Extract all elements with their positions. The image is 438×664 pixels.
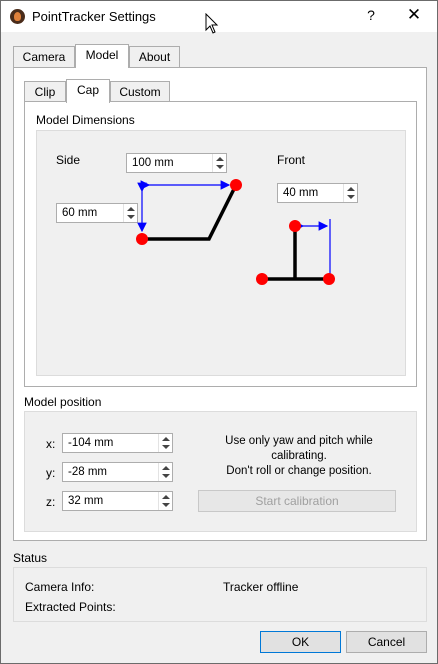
main-tab-bar: Camera Model About bbox=[13, 44, 213, 68]
camera-info-label: Camera Info: bbox=[25, 580, 95, 594]
side-point-top bbox=[230, 179, 242, 191]
settings-window: PointTracker Settings ? ✕ Camera Model A… bbox=[0, 0, 438, 664]
extracted-points-label: Extracted Points: bbox=[25, 600, 116, 614]
z-label: z: bbox=[46, 495, 56, 509]
start-calibration-button[interactable]: Start calibration bbox=[198, 490, 396, 512]
calibration-hint-line2: Don't roll or change position. bbox=[226, 465, 372, 477]
model-dimensions-group: Side Front 100 mm 60 mm 40 mm bbox=[36, 130, 406, 376]
window-title: PointTracker Settings bbox=[32, 9, 156, 24]
calibration-hint-line1: Use only yaw and pitch while calibrating… bbox=[225, 435, 373, 462]
y-position-spinbox[interactable]: -28 mm bbox=[62, 462, 173, 482]
model-subtab-bar: Clip Cap Custom bbox=[24, 79, 224, 103]
x-position-value: -104 mm bbox=[68, 437, 114, 449]
z-position-stepper[interactable] bbox=[158, 492, 172, 510]
help-button[interactable]: ? bbox=[361, 7, 381, 23]
tab-model[interactable]: Model bbox=[75, 44, 129, 68]
arrow-down-icon[interactable] bbox=[162, 503, 170, 507]
z-position-spinbox[interactable]: 32 mm bbox=[62, 491, 173, 511]
subtab-cap[interactable]: Cap bbox=[66, 79, 110, 103]
cancel-button[interactable]: Cancel bbox=[346, 631, 427, 653]
app-icon bbox=[10, 9, 25, 24]
y-position-stepper[interactable] bbox=[158, 463, 172, 481]
arrow-up-icon[interactable] bbox=[162, 466, 170, 470]
model-position-title: Model position bbox=[24, 395, 102, 409]
cap-subtab-panel: Model Dimensions Side Front 100 mm 60 mm bbox=[24, 101, 417, 387]
model-tab-panel: Clip Cap Custom Model Dimensions Side Fr… bbox=[13, 67, 427, 541]
x-position-spinbox[interactable]: -104 mm bbox=[62, 433, 173, 453]
subtab-custom[interactable]: Custom bbox=[110, 81, 170, 103]
arrow-down-icon[interactable] bbox=[162, 474, 170, 478]
model-position-group: x: -104 mm y: -28 mm z: 32 mm Use only y… bbox=[24, 411, 417, 532]
mouse-cursor-icon bbox=[205, 13, 219, 34]
x-position-stepper[interactable] bbox=[158, 434, 172, 452]
arrow-down-icon[interactable] bbox=[162, 445, 170, 449]
model-dimensions-title: Model Dimensions bbox=[36, 113, 135, 127]
z-position-value: 32 mm bbox=[68, 495, 104, 507]
front-point-top bbox=[289, 220, 301, 232]
tracker-status-value: Tracker offline bbox=[223, 580, 299, 594]
arrow-up-icon[interactable] bbox=[162, 437, 170, 441]
title-bar: PointTracker Settings ? ✕ bbox=[1, 1, 437, 34]
close-button[interactable]: ✕ bbox=[399, 5, 429, 25]
subtab-clip[interactable]: Clip bbox=[24, 81, 66, 103]
ok-button[interactable]: OK bbox=[260, 631, 341, 653]
side-view-shape bbox=[142, 184, 238, 241]
front-point-right bbox=[323, 273, 335, 285]
side-point-bottom bbox=[136, 233, 148, 245]
x-label: x: bbox=[46, 437, 56, 451]
status-title: Status bbox=[13, 551, 48, 565]
front-point-left bbox=[256, 273, 268, 285]
calibration-hint: Use only yaw and pitch while calibrating… bbox=[197, 434, 401, 479]
tab-camera[interactable]: Camera bbox=[13, 46, 75, 68]
status-group: Camera Info: Tracker offline Extracted P… bbox=[13, 567, 427, 622]
cap-model-diagram bbox=[136, 179, 335, 285]
arrow-up-icon[interactable] bbox=[162, 495, 170, 499]
tab-about[interactable]: About bbox=[129, 46, 180, 68]
y-label: y: bbox=[46, 466, 56, 480]
y-position-value: -28 mm bbox=[68, 466, 107, 478]
